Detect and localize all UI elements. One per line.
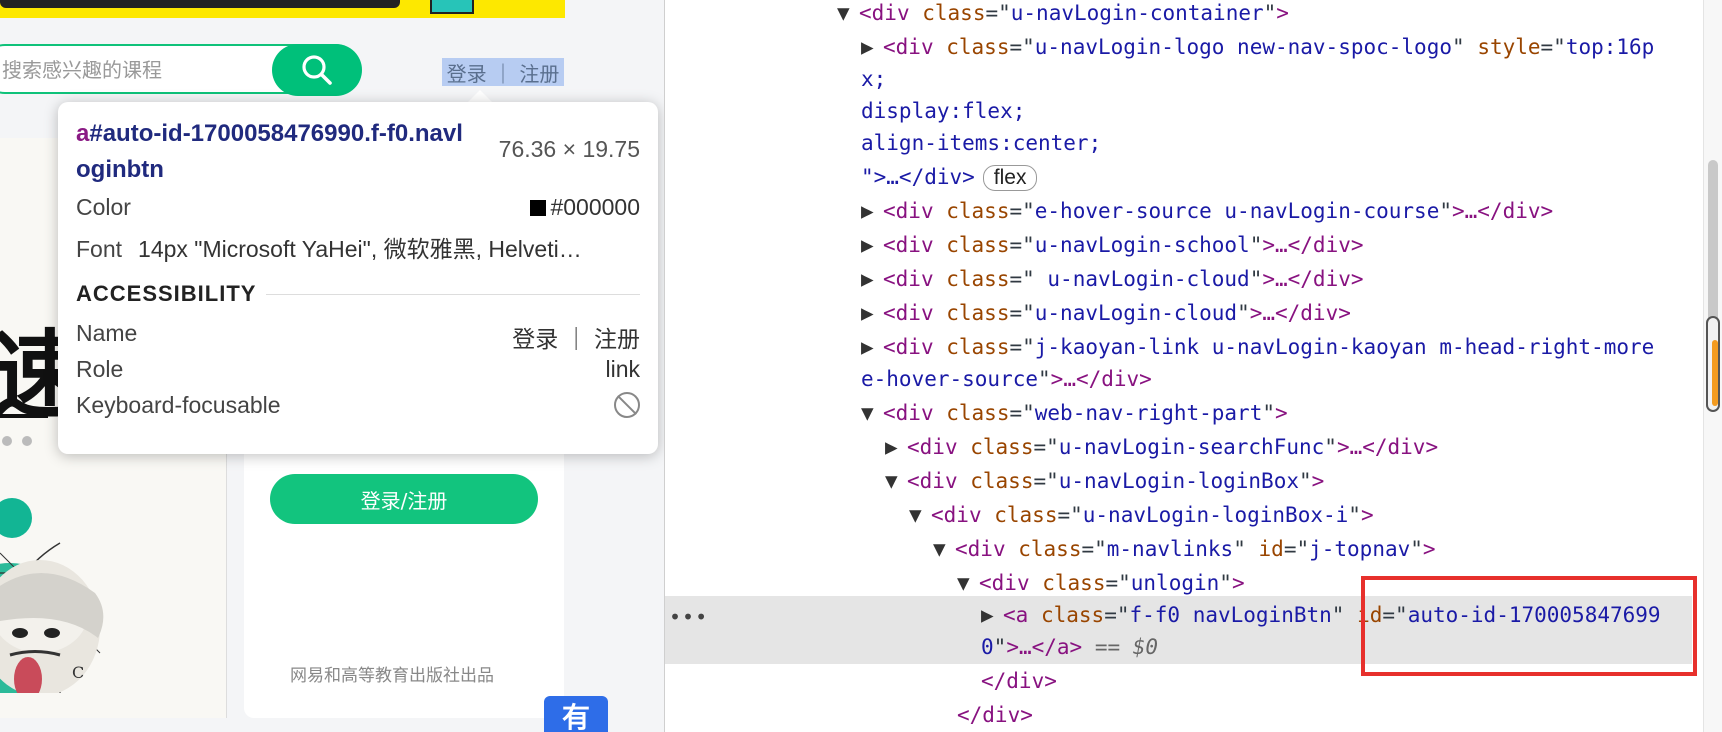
- collapse-triangle-icon[interactable]: ▼: [933, 532, 955, 566]
- login-register-link[interactable]: 登录 ｜ 注册: [442, 58, 564, 86]
- expand-triangle-icon[interactable]: ▶: [861, 228, 883, 262]
- color-label: Color: [76, 194, 131, 220]
- accessibility-section: ACCESSIBILITY: [76, 280, 640, 307]
- tooltip-selector: a#auto-id-1700058476990.f-f0.navloginbtn: [76, 116, 476, 188]
- role-value: link: [605, 356, 640, 382]
- close-tag: </div>: [957, 703, 1033, 727]
- dom-node-continuation: e-hover-source">…</div>: [861, 367, 1152, 391]
- node-actions-menu[interactable]: •••: [669, 600, 708, 634]
- font-value: 14px "Microsoft YaHei", 微软雅黑, Helveti…: [138, 236, 582, 262]
- tooltip-focusable-row: Keyboard-focusable: [76, 392, 640, 419]
- scroll-position-marker[interactable]: [1706, 316, 1720, 412]
- style-value-line: display:flex;: [861, 99, 1026, 123]
- collapse-triangle-icon[interactable]: ▼: [885, 464, 907, 498]
- expand-triangle-icon[interactable]: ▶: [861, 262, 883, 296]
- not-focusable-icon: [614, 392, 640, 424]
- svg-text:C: C: [72, 663, 84, 682]
- flex-badge[interactable]: flex: [982, 165, 1038, 191]
- dom-node-navlogin-school[interactable]: ▶ <div class="u-navLogin-school">…</div>: [861, 228, 1364, 262]
- tooltip-pointer: [468, 90, 492, 102]
- expand-triangle-icon[interactable]: ▶: [981, 598, 1003, 632]
- role-label: Role: [76, 356, 124, 382]
- collapse-triangle-icon[interactable]: ▼: [861, 396, 883, 430]
- section-divider: [266, 294, 640, 295]
- focusable-label: Keyboard-focusable: [76, 392, 281, 418]
- tooltip-role-row: Role link: [76, 356, 640, 383]
- dom-node-continuation: 0">…</a> == $0: [981, 635, 1159, 659]
- name-label: Name: [76, 320, 138, 346]
- selector-id: #auto-id-1700058476990.f-f0.navloginbtn: [76, 120, 463, 183]
- dom-node-loginbox[interactable]: ▼ <div class="u-navLogin-loginBox">: [885, 464, 1324, 498]
- floating-tab[interactable]: 有: [544, 696, 608, 732]
- dom-node-searchfunc[interactable]: ▶ <div class="u-navLogin-searchFunc">…</d…: [885, 430, 1438, 464]
- publisher-text: 网易和高等教育出版社出品: [290, 666, 494, 686]
- style-value-line: align-items:center;: [861, 131, 1102, 155]
- close-tag: </div>: [981, 669, 1057, 693]
- tooltip-name-row: Name 登录 ｜ 注册: [76, 320, 640, 352]
- node-close-line: ">…</div> flex: [861, 160, 1038, 194]
- top-banner: [0, 0, 565, 18]
- elements-panel: ••• ▼ <div class="u-navLogin-container"> …: [665, 0, 1722, 732]
- console-reference: == $0: [1094, 635, 1159, 659]
- scroll-thumb[interactable]: [1708, 160, 1718, 340]
- tooltip-font-row: Font 14px "Microsoft YaHei", 微软雅黑, Helvet…: [76, 230, 640, 264]
- expand-triangle-icon[interactable]: ▶: [861, 330, 883, 364]
- expand-triangle-icon[interactable]: ▶: [861, 30, 883, 64]
- expand-triangle-icon[interactable]: ▶: [861, 194, 883, 228]
- dom-node-kaoyan-link[interactable]: ▶ <div class="j-kaoyan-link u-navLogin-ka…: [861, 330, 1654, 364]
- dom-node-navlogin-container[interactable]: ▼ <div class="u-navLogin-container">: [837, 0, 1289, 30]
- inspect-tooltip: a#auto-id-1700058476990.f-f0.navloginbtn…: [58, 102, 658, 454]
- banner-icon: [430, 0, 474, 14]
- accessibility-heading: ACCESSIBILITY: [76, 281, 257, 306]
- color-hex: #000000: [550, 194, 640, 220]
- tooltip-color-row: Color #000000: [76, 194, 640, 221]
- dom-node-navlogin-logo[interactable]: ▶ <div class="u-navLogin-logo new-nav-spo…: [861, 30, 1654, 64]
- elements-scrollbar[interactable]: [1703, 0, 1722, 732]
- font-label: Font: [76, 236, 123, 262]
- element-dimensions: 76.36 × 19.75: [498, 136, 640, 162]
- dom-node-loginbox-i[interactable]: ▼ <div class="u-navLogin-loginBox-i">: [909, 498, 1374, 532]
- login-register-button[interactable]: 登录/注册: [270, 474, 538, 524]
- expand-triangle-icon[interactable]: ▶: [885, 430, 907, 464]
- dom-node-navlogin-cloud[interactable]: ▶ <div class="u-navLogin-cloud">…</div>: [861, 296, 1351, 330]
- page-viewport: 登录 ｜ 注册 速 C D 登录/注册 网易和高等教育出版社出品 有: [0, 0, 664, 732]
- name-value: 登录 ｜ 注册: [512, 326, 640, 352]
- dom-node-navlogin-course[interactable]: ▶ <div class="e-hover-source u-navLogin-c…: [861, 194, 1553, 228]
- dom-node-navlinks[interactable]: ▼ <div class="m-navlinks" id="j-topnav">: [933, 532, 1436, 566]
- collapse-triangle-icon[interactable]: ▼: [837, 0, 859, 30]
- banner-graphic: [0, 0, 400, 8]
- style-value-line: x;: [861, 67, 887, 91]
- collapse-triangle-icon[interactable]: ▼: [957, 566, 979, 600]
- search-icon: [302, 55, 332, 85]
- annotation-highlight-box: [1361, 576, 1697, 676]
- color-value: #000000: [530, 194, 640, 221]
- color-swatch: [530, 200, 547, 216]
- collapse-triangle-icon[interactable]: ▼: [909, 498, 931, 532]
- search-input[interactable]: [0, 56, 244, 84]
- dom-node-unlogin[interactable]: ▼ <div class="unlogin">: [957, 566, 1245, 600]
- dom-node-navlogin-cloud[interactable]: ▶ <div class=" u-navLogin-cloud">…</div>: [861, 262, 1364, 296]
- dom-node-web-nav-right-part[interactable]: ▼ <div class="web-nav-right-part">: [861, 396, 1288, 430]
- search-button[interactable]: [272, 44, 362, 96]
- expand-triangle-icon[interactable]: ▶: [861, 296, 883, 330]
- selector-tag: a: [76, 120, 90, 147]
